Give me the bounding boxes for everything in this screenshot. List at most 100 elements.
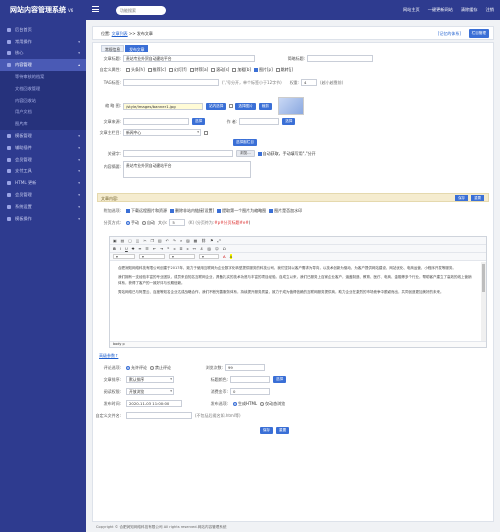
redo-icon[interactable]: ↷ bbox=[173, 238, 176, 243]
sidebar-item-content[interactable]: 内容管理 ▴ bbox=[0, 59, 86, 72]
sidebar-subitem-recycle-bin[interactable]: 内容回收站 bbox=[0, 94, 86, 107]
tag-input[interactable] bbox=[123, 79, 219, 86]
sidebar-item-members[interactable]: 会员管理 ▾ bbox=[0, 154, 86, 166]
read-permission-select[interactable]: 开放浏览 bbox=[126, 388, 174, 395]
update-site-link[interactable]: 一键更新网站 bbox=[428, 7, 453, 13]
title-color-input[interactable] bbox=[230, 376, 270, 383]
sidebar-item-html-update[interactable]: HTML 更新 ▾ bbox=[0, 177, 86, 189]
attr-checkbox[interactable] bbox=[211, 68, 216, 72]
link-insert-icon[interactable]: ⚯ bbox=[193, 246, 196, 251]
sidebar-subitem-gallery[interactable]: 图片库 bbox=[0, 118, 86, 131]
attr-checkbox[interactable] bbox=[126, 68, 130, 72]
emoji-icon[interactable]: ☺ bbox=[215, 246, 219, 251]
section-reset-button[interactable]: 重置 bbox=[471, 195, 484, 201]
editor-content[interactable]: 合肥润知网络科技有限公司创建于2017年，致力于使用互联网为企业数字化转型提供服… bbox=[110, 262, 481, 341]
summary-textarea[interactable]: 贵站专业外贸自动建站平台 bbox=[123, 161, 251, 178]
sidebar-item-common[interactable]: 常用操作 ▾ bbox=[0, 36, 86, 48]
title-color-button[interactable]: 选择 bbox=[273, 376, 287, 383]
publish-html-radio[interactable] bbox=[233, 401, 237, 406]
link-icon[interactable]: ⛓ bbox=[201, 238, 206, 243]
breadcrumb-link-article-list[interactable]: 文章列表 bbox=[112, 31, 128, 36]
reset-button[interactable]: 重置 bbox=[276, 427, 290, 434]
keywords-input[interactable] bbox=[123, 150, 233, 157]
first-image-thumb-checkbox[interactable] bbox=[217, 209, 222, 213]
anchor-icon[interactable]: ⚓ bbox=[200, 246, 203, 251]
tab-basic-info[interactable]: 常规信息 bbox=[101, 45, 125, 52]
keywords-browse-button[interactable]: 浏览... bbox=[236, 150, 255, 157]
text-color-icon[interactable]: A bbox=[223, 254, 226, 259]
title-input[interactable]: 贵站专业外贸自动建站平台 bbox=[123, 55, 255, 62]
special-char-icon[interactable]: Ω bbox=[223, 246, 226, 251]
short-title-input[interactable] bbox=[307, 55, 373, 62]
home-link[interactable]: 网站主页 bbox=[403, 7, 420, 13]
publish-dynamic-radio[interactable] bbox=[260, 401, 265, 406]
sidebar-subitem-recycle-docs[interactable]: 文档回收管理 bbox=[0, 82, 86, 95]
keywords-auto-checkbox[interactable] bbox=[257, 151, 262, 156]
weight-input[interactable]: 4 bbox=[301, 79, 318, 86]
author-input[interactable] bbox=[239, 118, 280, 125]
tab-publish-article[interactable]: 发布文章 bbox=[125, 45, 149, 52]
filename-input[interactable] bbox=[126, 412, 192, 419]
source-select-button[interactable]: 选择 bbox=[192, 118, 206, 125]
format-select[interactable]: ▾ bbox=[139, 253, 165, 260]
indent-icon[interactable]: ⇥ bbox=[160, 246, 163, 251]
thumb-input[interactable]: /style/images/banner1.jpg bbox=[123, 102, 203, 110]
sidebar-item-templates[interactable]: 模板管理 ▾ bbox=[0, 130, 86, 142]
attr-checkbox[interactable] bbox=[275, 68, 280, 72]
attr-checkbox[interactable] bbox=[189, 68, 194, 72]
align-right-icon[interactable]: ⫸ bbox=[187, 246, 189, 251]
align-center-icon[interactable]: ≣ bbox=[179, 246, 182, 251]
comment-allow-radio[interactable] bbox=[126, 365, 130, 370]
clear-cache-link[interactable]: 清除缓存 bbox=[461, 7, 478, 13]
bullet-list-icon[interactable]: ☰ bbox=[145, 246, 148, 251]
page-manual-radio[interactable] bbox=[126, 220, 130, 225]
sidebar-item-settings[interactable]: 系统设置 ▾ bbox=[0, 201, 86, 213]
logout-link[interactable]: 注销 bbox=[486, 7, 494, 13]
page-auto-radio[interactable] bbox=[142, 220, 146, 225]
paste-icon[interactable]: ▥ bbox=[158, 238, 162, 243]
align-left-icon[interactable]: ⫷ bbox=[173, 246, 175, 251]
page-size-input[interactable]: 5 bbox=[169, 219, 186, 226]
column-manage-button[interactable]: 栏目管理 bbox=[468, 29, 489, 38]
style-select[interactable]: ▾ bbox=[113, 253, 135, 260]
size-select[interactable]: ▾ bbox=[199, 253, 219, 260]
image-icon[interactable]: ▨ bbox=[186, 238, 190, 243]
italic-icon[interactable]: I bbox=[120, 246, 121, 251]
outdent-icon[interactable]: ⇤ bbox=[153, 246, 156, 251]
menu-toggle-icon[interactable] bbox=[92, 6, 99, 12]
attr-checkbox[interactable] bbox=[232, 68, 237, 72]
download-remote-checkbox[interactable] bbox=[126, 209, 130, 213]
thumb-site-select-button[interactable]: 站内选择 bbox=[206, 102, 227, 110]
source-code-icon[interactable]: ▣ bbox=[113, 238, 117, 243]
sidebar-item-plugins[interactable]: 辅助插件 ▾ bbox=[0, 142, 86, 154]
thumb-local-checkbox[interactable] bbox=[229, 104, 234, 108]
source-input[interactable] bbox=[123, 118, 189, 125]
copy-icon[interactable]: ❐ bbox=[151, 238, 154, 243]
attr-checkbox-checked[interactable] bbox=[253, 68, 258, 72]
scrollbar-thumb[interactable] bbox=[482, 264, 485, 292]
advanced-toggle[interactable]: 高级参数↑ bbox=[99, 353, 118, 359]
sub-column-button[interactable]: 选择副栏目 bbox=[233, 139, 257, 146]
image-insert-icon[interactable]: ▨ bbox=[207, 246, 211, 251]
save-icon[interactable]: ▤ bbox=[121, 238, 125, 243]
new-page-icon[interactable]: ▢ bbox=[128, 238, 132, 243]
preview-icon[interactable]: ◫ bbox=[136, 238, 140, 243]
cut-icon[interactable]: ✂ bbox=[143, 238, 146, 243]
quote-icon[interactable]: ❝ bbox=[167, 246, 169, 251]
attr-checkbox[interactable] bbox=[168, 68, 173, 72]
column-checkbox[interactable] bbox=[204, 130, 208, 135]
memory-system-link[interactable]: [记忆的体系] bbox=[438, 31, 461, 37]
sidebar-subitem-pending[interactable]: 等待审核的档案 bbox=[0, 71, 86, 83]
search-input[interactable] bbox=[116, 6, 166, 15]
remove-links-checkbox[interactable] bbox=[170, 209, 174, 213]
flag-icon[interactable]: ⚑ bbox=[210, 238, 213, 243]
sidebar-item-core[interactable]: 核心 ▾ bbox=[0, 48, 86, 60]
attr-checkbox[interactable] bbox=[147, 68, 152, 72]
sidebar-subitem-user-docs[interactable]: 用户文档 bbox=[0, 106, 86, 119]
font-select[interactable]: ▾ bbox=[169, 253, 195, 260]
maximize-icon[interactable]: ⤢ bbox=[218, 238, 221, 243]
table-icon[interactable]: ▦ bbox=[194, 238, 198, 243]
bold-icon[interactable]: B bbox=[113, 246, 116, 251]
cost-input[interactable]: 0 bbox=[230, 388, 270, 395]
submit-button[interactable]: 保存 bbox=[259, 427, 273, 434]
